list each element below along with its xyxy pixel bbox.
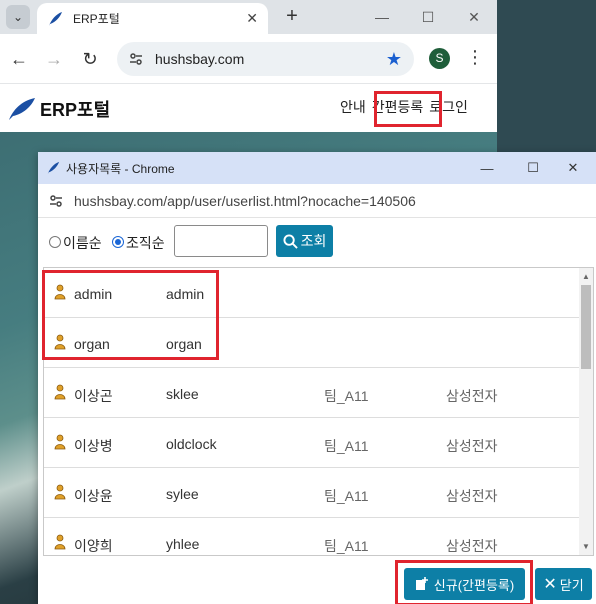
tab-search-button[interactable]: ⌄ (6, 5, 30, 29)
popup-url: hushsbay.com/app/user/userlist.html?noca… (74, 192, 416, 209)
user-company: 삼성전자 (446, 488, 498, 504)
search-button[interactable]: 조회 (276, 225, 333, 257)
search-button-label: 조회 (300, 233, 327, 249)
tab-strip: ⌄ ERP포털 ✕ + — ☐ ✕ (0, 0, 497, 34)
search-bar: 이름순 조직순 조회 (38, 218, 596, 264)
scroll-up-icon[interactable]: ▲ (582, 272, 590, 281)
popup-close-button[interactable]: ✕ (550, 152, 596, 184)
user-id: sklee (166, 386, 199, 402)
close-tab-icon[interactable]: ✕ (246, 10, 258, 27)
user-icon (54, 434, 66, 450)
search-input[interactable] (174, 225, 268, 257)
user-id: sylee (166, 486, 199, 502)
feather-logo-icon (9, 98, 35, 120)
highlight-quick-register (374, 91, 442, 127)
address-url: hushsbay.com (155, 51, 245, 67)
user-team: 팀_A11 (324, 438, 369, 454)
user-company: 삼성전자 (446, 438, 498, 454)
site-info-icon[interactable] (125, 48, 147, 70)
bookmark-star-icon[interactable]: ★ (386, 49, 402, 70)
user-icon (54, 484, 66, 500)
site-brand: ERP포털 (40, 100, 111, 120)
user-icon (54, 534, 66, 550)
user-team: 팀_A11 (324, 488, 369, 504)
browser-tab[interactable]: ERP포털 ✕ (37, 3, 268, 34)
menu-kebab-icon[interactable]: ⋮ (466, 47, 484, 68)
feather-logo-icon (49, 11, 62, 26)
user-name: 이상곤 (74, 388, 113, 404)
highlight-new-register (395, 560, 533, 604)
radio-sort-name-label[interactable]: 이름순 (63, 233, 102, 253)
user-company: 삼성전자 (446, 388, 498, 404)
list-scrollbar[interactable]: ▲ ▼ (579, 268, 593, 555)
address-bar[interactable]: hushsbay.com ★ (117, 42, 414, 76)
popup-footer: 신규(간편등록) ✕ 닫기 (38, 556, 596, 604)
user-id: yhlee (166, 536, 200, 552)
maximize-button[interactable]: ☐ (405, 0, 451, 34)
close-button-label: 닫기 (559, 577, 584, 593)
scroll-thumb[interactable] (581, 285, 591, 369)
user-row[interactable]: 이상병 oldclock 팀_A11 삼성전자 (44, 418, 593, 468)
forward-arrow-icon[interactable]: → (42, 47, 66, 71)
radio-sort-org[interactable] (112, 236, 124, 248)
user-row[interactable]: 이상윤 sylee 팀_A11 삼성전자 (44, 468, 593, 518)
popup-title: 사용자목록 - Chrome (66, 161, 175, 176)
user-name: 이양희 (74, 538, 113, 554)
user-name: 이상병 (74, 438, 113, 454)
user-team: 팀_A11 (324, 388, 369, 404)
minimize-button[interactable]: — (359, 0, 405, 34)
user-id: oldclock (166, 436, 217, 452)
tab-title: ERP포털 (73, 12, 120, 26)
highlight-special-users (42, 270, 219, 360)
user-icon (54, 384, 66, 400)
scroll-down-icon[interactable]: ▼ (582, 542, 590, 551)
popup-address-bar: hushsbay.com/app/user/userlist.html?noca… (38, 184, 596, 218)
nav-guide[interactable]: 안내 (340, 97, 366, 117)
reload-icon[interactable]: ↻ (78, 47, 102, 71)
site-header: ERP포털 안내 간편등록 로그인 (0, 84, 497, 132)
site-info-icon[interactable] (48, 193, 64, 209)
user-row[interactable]: 이상곤 sklee 팀_A11 삼성전자 (44, 368, 593, 418)
profile-avatar[interactable]: S (429, 48, 450, 69)
close-icon: ✕ (543, 576, 557, 593)
close-button[interactable]: ✕ 닫기 (535, 568, 592, 600)
user-team: 팀_A11 (324, 538, 369, 554)
new-tab-button[interactable]: + (281, 4, 303, 28)
popup-titlebar: 사용자목록 - Chrome — ☐ ✕ (38, 152, 596, 184)
search-icon (283, 233, 298, 249)
browser-toolbar: ← → ↻ hushsbay.com ★ S ⋮ (0, 34, 497, 84)
close-window-button[interactable]: ✕ (451, 0, 497, 34)
radio-sort-name[interactable] (49, 236, 61, 248)
user-company: 삼성전자 (446, 538, 498, 554)
user-row[interactable]: 이양희 yhlee 팀_A11 삼성전자 (44, 518, 593, 555)
site-logo[interactable]: ERP포털 (8, 96, 110, 122)
feather-logo-icon (47, 161, 60, 175)
user-name: 이상윤 (74, 488, 113, 504)
user-list-popup: 사용자목록 - Chrome — ☐ ✕ hushsbay.com/app/us… (38, 152, 596, 604)
back-arrow-icon[interactable]: ← (7, 47, 31, 71)
radio-sort-org-label[interactable]: 조직순 (126, 233, 165, 253)
popup-minimize-button[interactable]: — (464, 152, 510, 184)
